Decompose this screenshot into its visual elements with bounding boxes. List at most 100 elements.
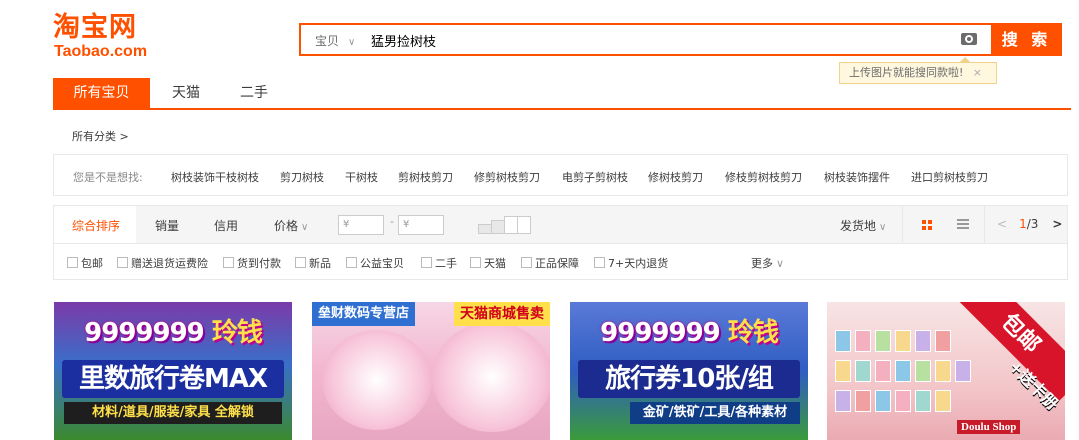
- suggestion-item[interactable]: 修枝剪树枝剪刀: [725, 169, 802, 185]
- headline-number: 9999999: [84, 318, 205, 348]
- product-mid-text: 旅行券10张/组: [578, 360, 800, 398]
- search-input[interactable]: [371, 29, 931, 51]
- suggestion-item[interactable]: 树枝装饰摆件: [824, 169, 890, 185]
- suggestion-item[interactable]: 干树枝: [345, 169, 378, 185]
- search-box: 宝贝 ∨: [299, 23, 991, 56]
- checkbox[interactable]: [521, 257, 532, 268]
- price-range-chart[interactable]: [478, 216, 531, 234]
- suggestion-item[interactable]: 树枝装饰干枝树枝: [171, 169, 259, 185]
- suggestion-item[interactable]: 进口剪树枝剪刀: [911, 169, 988, 185]
- shop-tag: 天猫商城售卖: [454, 302, 550, 326]
- suggestion-row: 您是不是想找: 树枝装饰干枝树枝 剪刀树枝 干树枝 剪树枝剪刀 修剪树枝剪刀 电…: [53, 154, 1068, 196]
- divider: [984, 206, 985, 243]
- image-search-tooltip: 上传图片就能搜同款啦! ×: [839, 57, 997, 84]
- checkbox[interactable]: [117, 257, 128, 268]
- search-type-dropdown[interactable]: 宝贝 ∨: [315, 32, 355, 49]
- filter-label: 二手: [435, 257, 457, 270]
- sort-price[interactable]: 价格 ∨: [274, 217, 308, 234]
- product-card[interactable]: 包邮 +送卡册 Doulu Shop: [827, 302, 1065, 440]
- checkbox[interactable]: [470, 257, 481, 268]
- logo-english: Taobao.com: [54, 43, 148, 60]
- suggestion-label: 您是不是想找:: [73, 171, 143, 184]
- suggestion-item[interactable]: 修树枝剪刀: [648, 169, 703, 185]
- next-page-button[interactable]: >: [1052, 217, 1062, 231]
- suggestion-item[interactable]: 剪树枝剪刀: [398, 169, 453, 185]
- shop-name: 垒财数码专营店: [312, 302, 416, 326]
- suggestion-item[interactable]: 电剪子剪树枝: [562, 169, 628, 185]
- filter-genuine[interactable]: 正品保障: [521, 255, 579, 271]
- tab-underline: [53, 108, 1071, 110]
- suggestion-item[interactable]: 剪刀树枝: [280, 169, 324, 185]
- product-card[interactable]: 9999999 玲钱 旅行券10张/组 金矿/铁矿/工具/各种素材: [570, 302, 808, 440]
- sort-sales[interactable]: 销量: [155, 217, 179, 234]
- checkbox[interactable]: [223, 257, 234, 268]
- search-button[interactable]: 搜 索: [991, 23, 1062, 56]
- logo-chinese: 淘宝网: [53, 12, 137, 43]
- filter-cash-on-delivery[interactable]: 货到付款: [223, 255, 281, 271]
- filter-tmall[interactable]: 天猫: [470, 255, 506, 271]
- price-dash: -: [390, 215, 394, 228]
- more-filters-dropdown[interactable]: 更多 ∨: [751, 255, 784, 271]
- list-view-icon[interactable]: [957, 219, 969, 229]
- checkbox[interactable]: [295, 257, 306, 268]
- filter-row: 包邮 赠送退货运费险 货到付款 新品 公益宝贝 二手 天猫 正品保障 7+天内退…: [53, 244, 1068, 280]
- sort-credit[interactable]: 信用: [214, 217, 238, 234]
- chevron-down-icon: ∨: [879, 222, 887, 233]
- close-icon[interactable]: ×: [973, 63, 982, 83]
- checkbox[interactable]: [67, 257, 78, 268]
- filter-label: 包邮: [81, 257, 103, 270]
- product-card[interactable]: 垒财数码专营店 天猫商城售卖: [312, 302, 550, 440]
- price-min-input[interactable]: ¥: [338, 215, 384, 235]
- ship-from-dropdown[interactable]: 发货地 ∨: [840, 217, 886, 234]
- filter-return-insurance[interactable]: 赠送退货运费险: [117, 255, 208, 271]
- shop-watermark: Doulu Shop: [957, 420, 1021, 434]
- headline-number: 9999999: [600, 318, 721, 348]
- tab-second-hand[interactable]: 二手: [226, 78, 282, 108]
- camera-icon[interactable]: [961, 33, 977, 45]
- product-card[interactable]: 9999999 玲钱 里数旅行卷MAX 材料/道具/服装/家具 全解锁: [54, 302, 292, 440]
- shop-strip: 垒财数码专营店 天猫商城售卖: [312, 302, 550, 326]
- sort-price-label: 价格: [274, 219, 299, 233]
- filter-charity[interactable]: 公益宝贝: [346, 255, 404, 271]
- filter-new[interactable]: 新品: [295, 255, 331, 271]
- pager: <1/3 >: [997, 217, 1062, 231]
- grid-view-icon[interactable]: [922, 220, 933, 231]
- product-bottom-text: 材料/道具/服装/家具 全解锁: [64, 402, 282, 424]
- chevron-down-icon: ∨: [348, 37, 356, 48]
- tab-all-items[interactable]: 所有宝贝: [53, 78, 150, 108]
- filter-7day-return[interactable]: 7+天内退货: [594, 255, 668, 271]
- product-bottom-text: 金矿/铁矿/工具/各种素材: [630, 402, 800, 424]
- prev-page-button[interactable]: <: [997, 217, 1007, 231]
- suggestion-item[interactable]: 修剪树枝剪刀: [474, 169, 540, 185]
- checkbox[interactable]: [594, 257, 605, 268]
- filter-second-hand[interactable]: 二手: [421, 255, 457, 271]
- total-pages: /3: [1026, 217, 1039, 231]
- product-headline: 9999999 玲钱: [570, 312, 808, 349]
- search-type-label: 宝贝: [315, 34, 340, 48]
- product-mid-text: 里数旅行卷MAX: [62, 360, 284, 398]
- cherry-tree-image: [322, 330, 432, 430]
- price-max-input[interactable]: ¥: [398, 215, 444, 235]
- cherry-tree-image: [432, 322, 550, 432]
- filter-label: 赠送退货运费险: [131, 257, 208, 270]
- filter-label: 货到付款: [237, 257, 281, 270]
- taobao-logo[interactable]: 淘宝网 Taobao.com: [53, 12, 163, 62]
- filter-label: 公益宝贝: [360, 257, 404, 270]
- filter-free-shipping[interactable]: 包邮: [67, 255, 103, 271]
- filter-label: 7+天内退货: [608, 257, 669, 270]
- headline-suffix: 玲钱: [211, 318, 263, 348]
- sort-bar: 综合排序 销量 信用 价格 ∨ ¥ - ¥ 发货地 ∨ <1/3 >: [53, 205, 1068, 244]
- chevron-down-icon: ∨: [301, 222, 309, 233]
- tooltip-text: 上传图片就能搜同款啦!: [849, 66, 964, 79]
- sort-default[interactable]: 综合排序: [72, 217, 120, 234]
- tab-tmall[interactable]: 天猫: [158, 78, 214, 108]
- ship-from-label: 发货地: [840, 219, 877, 233]
- checkbox[interactable]: [421, 257, 432, 268]
- current-page: 1: [1019, 217, 1027, 231]
- page: 淘宝网 Taobao.com 宝贝 ∨ 搜 索 上传图片就能搜同款啦! × 所有宝…: [0, 0, 1079, 440]
- checkbox[interactable]: [346, 257, 357, 268]
- chevron-down-icon: ∨: [776, 257, 785, 270]
- filter-label: 天猫: [484, 257, 506, 270]
- more-label: 更多: [751, 257, 773, 270]
- all-categories-link[interactable]: 所有分类 >: [72, 128, 129, 144]
